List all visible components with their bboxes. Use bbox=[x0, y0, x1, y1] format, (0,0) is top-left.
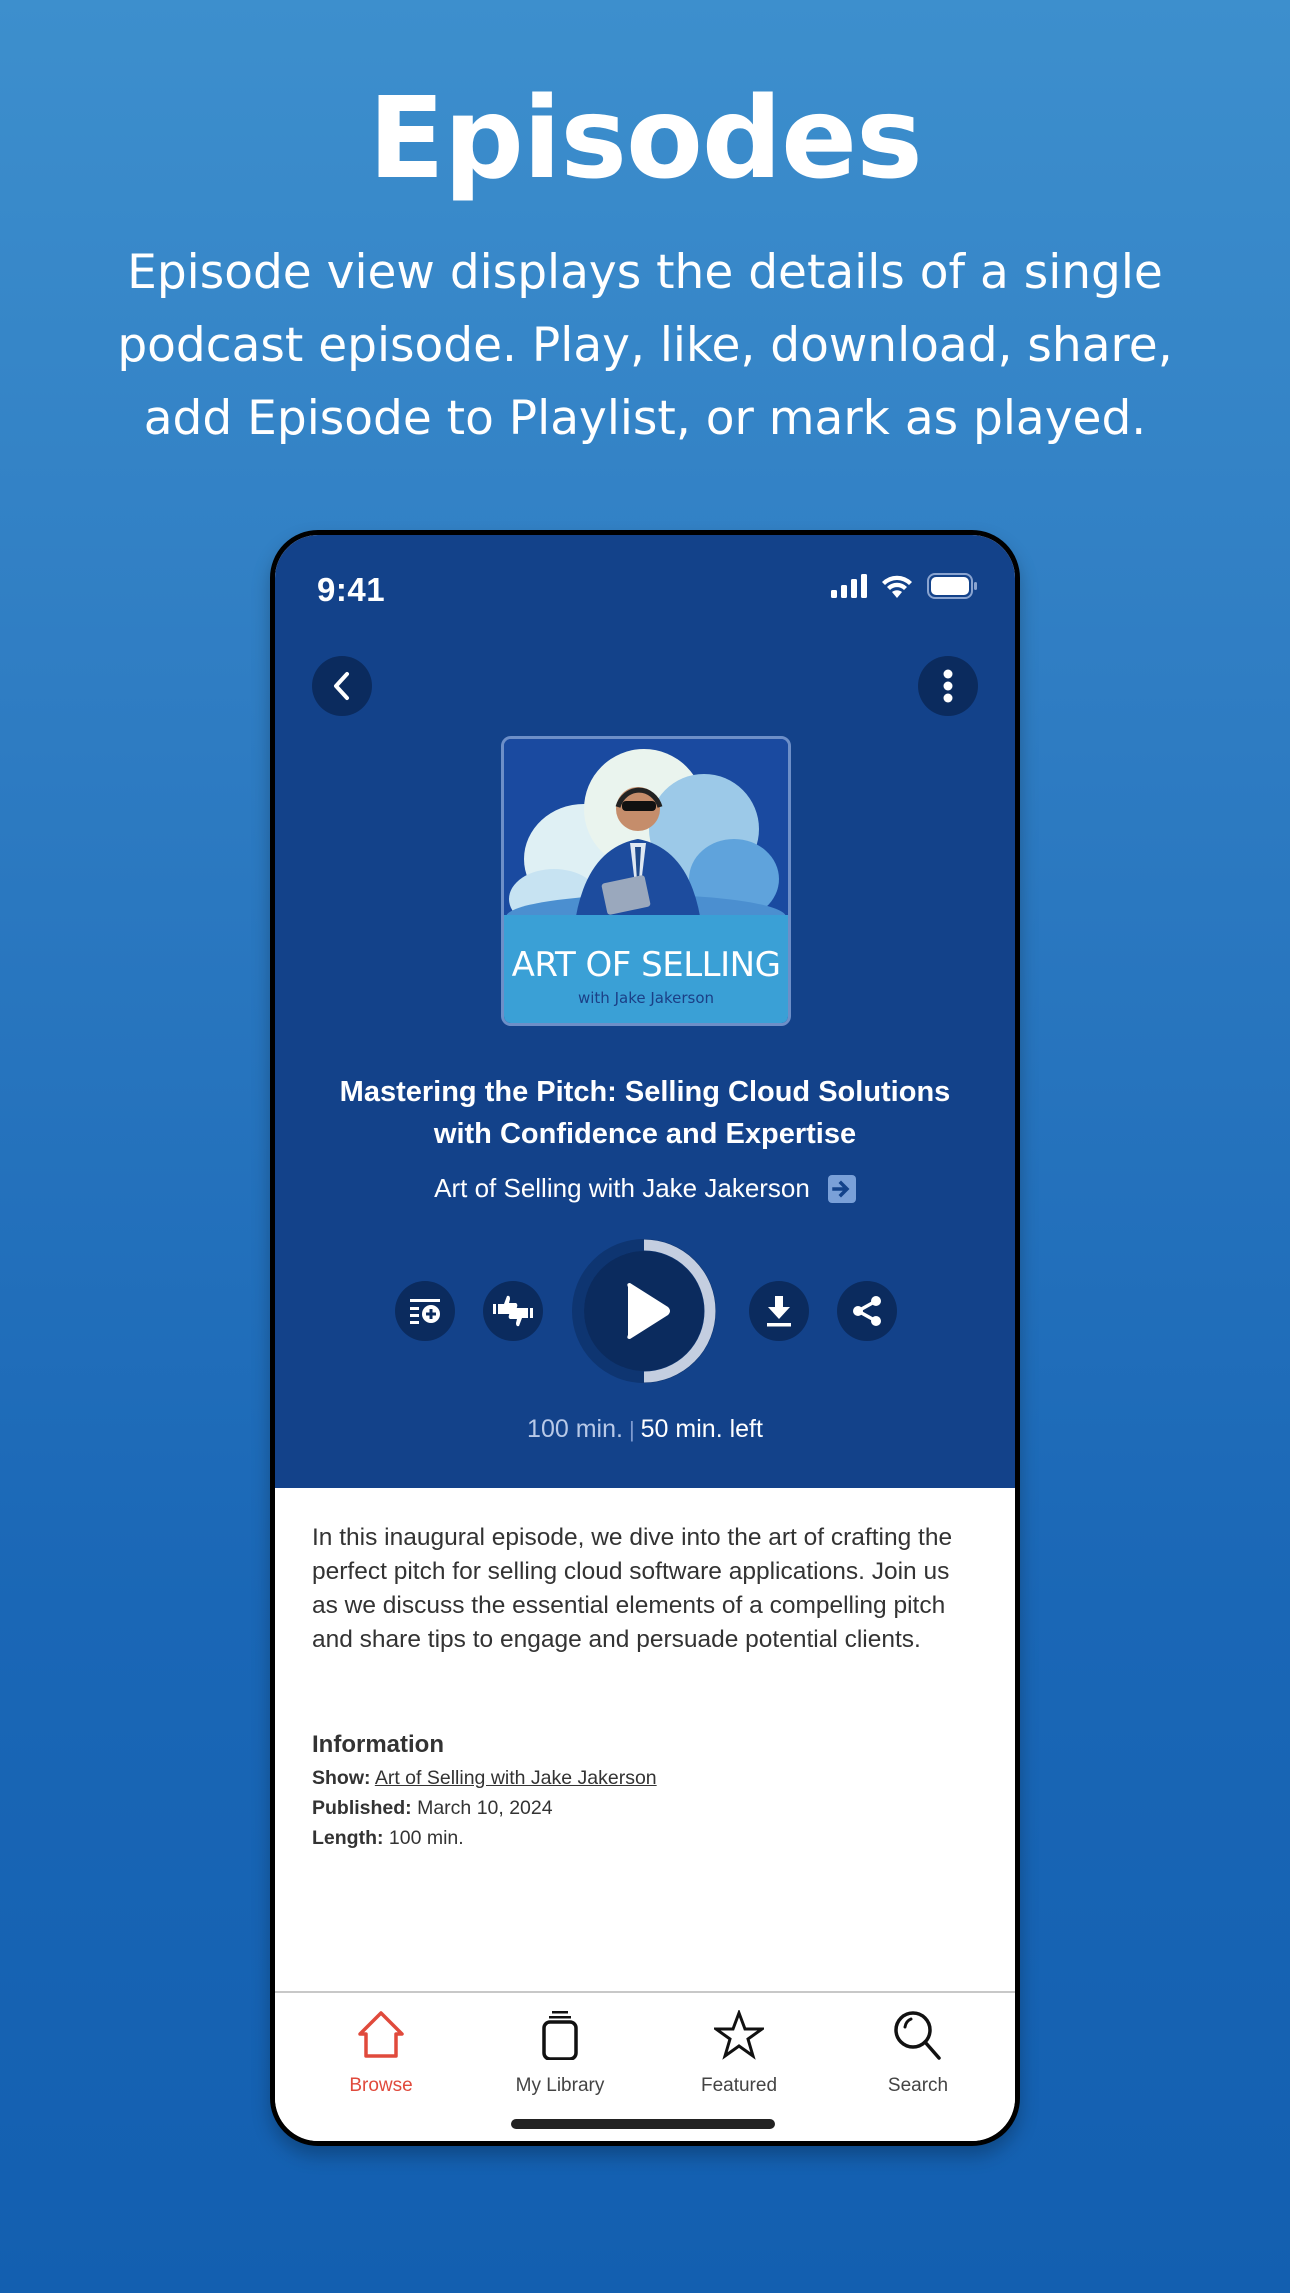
status-icons bbox=[831, 573, 977, 599]
home-icon bbox=[358, 2011, 404, 2058]
go-to-show-icon[interactable] bbox=[827, 1174, 856, 1203]
tab-search[interactable]: Search bbox=[838, 2005, 998, 2097]
tab-browse[interactable]: Browse bbox=[301, 2005, 461, 2097]
info-published-row: Published: March 10, 2024 bbox=[312, 1793, 657, 1823]
share-button[interactable] bbox=[837, 1281, 897, 1341]
artwork-subtitle: with Jake Jakerson bbox=[577, 989, 715, 1007]
download-icon bbox=[767, 1296, 791, 1327]
info-length-row: Length: 100 min. bbox=[312, 1823, 657, 1853]
info-show-link[interactable]: Art of Selling with Jake Jakerson bbox=[375, 1767, 657, 1789]
add-to-playlist-button[interactable] bbox=[395, 1281, 455, 1341]
episode-header: 9:41 ART OF SELLING with Jake Jakerson M… bbox=[275, 535, 1015, 1488]
chevron-left-icon bbox=[334, 672, 349, 700]
play-button[interactable] bbox=[572, 1239, 716, 1383]
page-description: Episode view displays the details of a s… bbox=[117, 245, 1173, 446]
tab-featured[interactable]: Featured bbox=[659, 2005, 819, 2097]
phone-frame: 9:41 ART OF SELLING with Jake Jakerson M… bbox=[270, 530, 1020, 2146]
search-icon bbox=[894, 2011, 941, 2060]
info-show-label: Show: bbox=[312, 1767, 371, 1789]
rate-button[interactable] bbox=[483, 1281, 543, 1341]
home-indicator bbox=[511, 2119, 775, 2129]
download-button[interactable] bbox=[749, 1281, 809, 1341]
episode-description: In this inaugural episode, we dive into … bbox=[312, 1524, 953, 1653]
tab-label: My Library bbox=[515, 2075, 605, 2096]
information-heading: Information bbox=[312, 1731, 444, 1758]
info-show-row: Show: Art of Selling with Jake Jakerson bbox=[312, 1763, 657, 1793]
back-button[interactable] bbox=[312, 656, 372, 716]
time-remaining: 50 min. left bbox=[640, 1415, 763, 1443]
artwork-title: ART OF SELLING bbox=[511, 945, 781, 985]
show-link[interactable]: Art of Selling with Jake Jakerson bbox=[275, 1173, 1015, 1204]
battery-icon bbox=[927, 573, 977, 599]
info-published-label: Published: bbox=[312, 1797, 412, 1819]
playlist-add-icon bbox=[410, 1299, 440, 1324]
show-name[interactable]: Art of Selling with Jake Jakerson bbox=[434, 1173, 810, 1204]
tab-label: Featured bbox=[700, 2075, 778, 2096]
info-length-value: 100 min. bbox=[388, 1827, 464, 1849]
time-info: 100 min. | 50 min. left bbox=[275, 1415, 1015, 1444]
info-published-value: March 10, 2024 bbox=[417, 1797, 553, 1819]
more-options-button[interactable] bbox=[918, 656, 978, 716]
episode-duration: 100 min. bbox=[527, 1415, 623, 1443]
tab-label: Search bbox=[887, 2075, 949, 2096]
thumbs-up-down-icon bbox=[493, 1295, 533, 1327]
more-vertical-icon bbox=[943, 669, 953, 703]
tab-label: Browse bbox=[349, 2075, 413, 2096]
signal-icon bbox=[831, 574, 867, 598]
episode-controls bbox=[275, 1239, 1015, 1383]
information-section: Information Show: Art of Selling with Ja… bbox=[312, 1731, 657, 1853]
tab-my-library[interactable]: My Library bbox=[480, 2005, 640, 2097]
library-icon bbox=[542, 2011, 578, 2060]
episode-title: Mastering the Pitch: Selling Cloud Solut… bbox=[339, 1076, 951, 1150]
podcast-artwork: ART OF SELLING with Jake Jakerson bbox=[501, 736, 791, 1026]
status-time: 9:41 bbox=[317, 571, 386, 608]
share-icon bbox=[853, 1296, 881, 1326]
star-icon bbox=[714, 2010, 764, 2060]
time-separator: | bbox=[628, 1417, 635, 1442]
page-heading: Episodes bbox=[368, 74, 922, 204]
wifi-icon bbox=[882, 575, 912, 598]
info-length-label: Length: bbox=[312, 1827, 384, 1849]
